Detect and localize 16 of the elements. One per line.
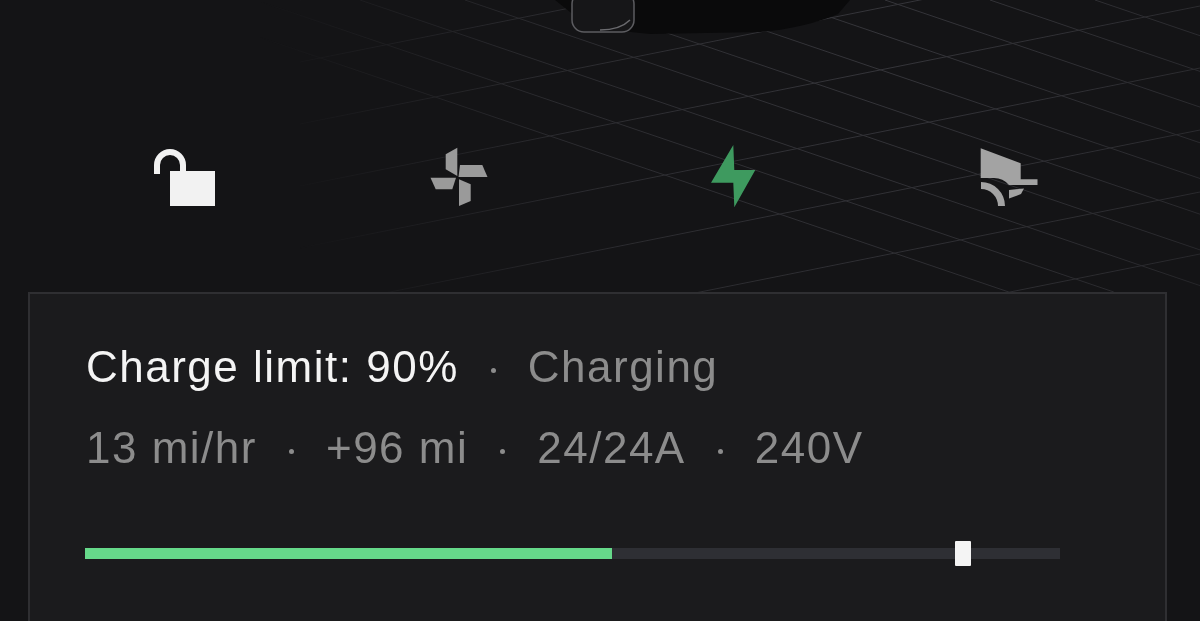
car-rear-icon[interactable] [979,147,1038,206]
charging-stat: 240V [754,423,864,472]
padlock-icon[interactable] [152,147,215,206]
charge-slider[interactable] [85,541,1060,566]
charging-stat: 24/24A [537,423,686,472]
separator-dot-icon [717,448,723,454]
lightning-bolt-icon[interactable] [711,145,756,208]
fan-icon[interactable] [429,147,488,206]
separator-dot-icon [500,448,506,454]
charging-stat: +96 mi [325,423,469,472]
charge-limit-text: Charge limit: 90% [86,342,459,391]
separator-dot-icon [288,448,294,454]
charging-status: Charging [527,342,719,391]
charge-limit-handle[interactable] [954,541,971,566]
charging-stat: 13 mi/hr [86,423,257,472]
separator-dot-icon [490,367,496,373]
